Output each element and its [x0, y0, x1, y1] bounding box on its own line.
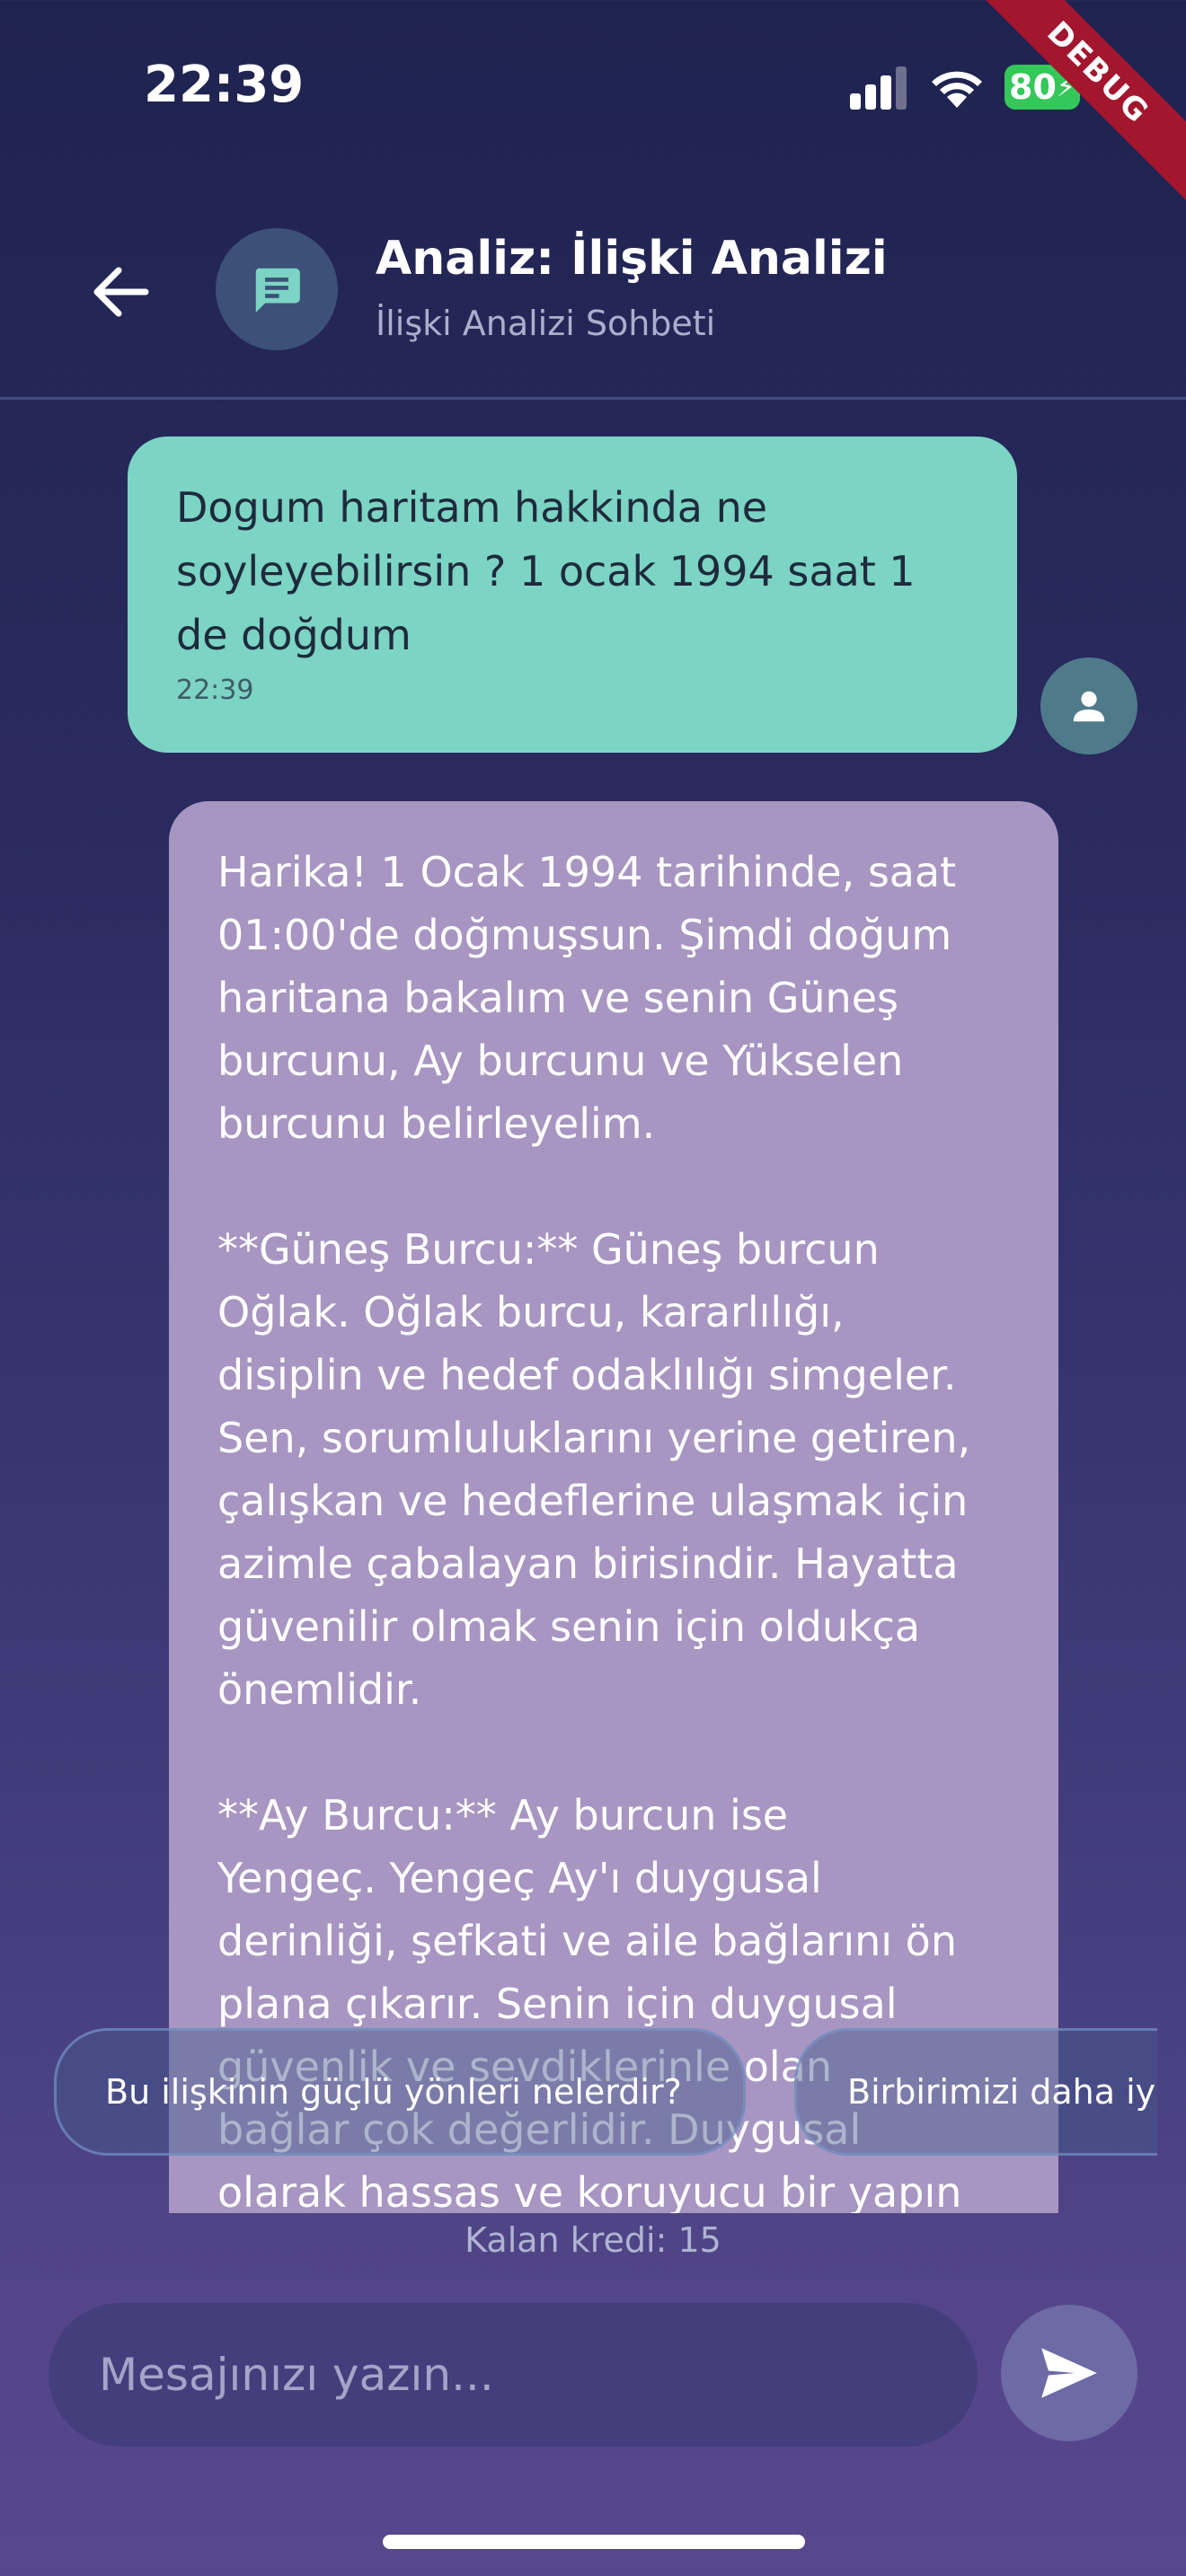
user-message-text: Dogum haritam hakkinda ne soyleyebilirsi… [176, 483, 916, 659]
user-message-bubble: Dogum haritam hakkinda ne soyleyebilirsi… [128, 437, 1017, 753]
assistant-message-bubble: Harika! 1 Ocak 1994 tarihinde, saat 01:0… [169, 801, 1058, 2213]
suggestion-chip[interactable]: Birbirimizi daha iy [794, 2028, 1157, 2156]
message-composer [0, 2280, 1186, 2576]
user-avatar [1040, 657, 1137, 754]
wifi-icon [932, 71, 982, 108]
assistant-paragraph: **Güneş Burcu:** Güneş burcun Oğlak. Oğl… [217, 1225, 971, 1714]
cellular-signal-icon [850, 66, 907, 110]
message-input[interactable] [49, 2303, 978, 2447]
home-indicator [383, 2535, 805, 2549]
person-icon [1073, 691, 1105, 722]
back-arrow-icon[interactable] [83, 253, 160, 331]
suggestion-chip[interactable]: Bu ilişkinin güçlü yönleri nelerdir? [54, 2028, 746, 2156]
send-icon [1041, 2348, 1097, 2398]
chat-bubble-icon [255, 268, 300, 313]
chat-messages[interactable]: Dogum haritam hakkinda ne soyleyebilirsi… [0, 399, 1186, 2213]
battery-level: 80 [1009, 67, 1057, 107]
status-time: 22:39 [144, 56, 305, 114]
page-title: Analiz: İlişki Analizi [376, 232, 888, 286]
message-timestamp: 22:39 [176, 675, 254, 706]
status-bar: 22:39 80 ⚡ DEBUG [0, 0, 1186, 214]
chat-avatar [216, 228, 338, 350]
page-subtitle: İlişki Analizi Sohbeti [376, 304, 716, 343]
app-bar: Analiz: İlişki Analizi İlişki Analizi So… [0, 198, 1186, 400]
send-button[interactable] [1001, 2305, 1137, 2441]
assistant-paragraph: Harika! 1 Ocak 1994 tarihinde, saat 01:0… [217, 848, 957, 1148]
suggestion-chips[interactable]: Bu ilişkinin güçlü yönleri nelerdir? Bir… [0, 2028, 1157, 2161]
remaining-credits: Kalan kredi: 15 [465, 2220, 721, 2260]
